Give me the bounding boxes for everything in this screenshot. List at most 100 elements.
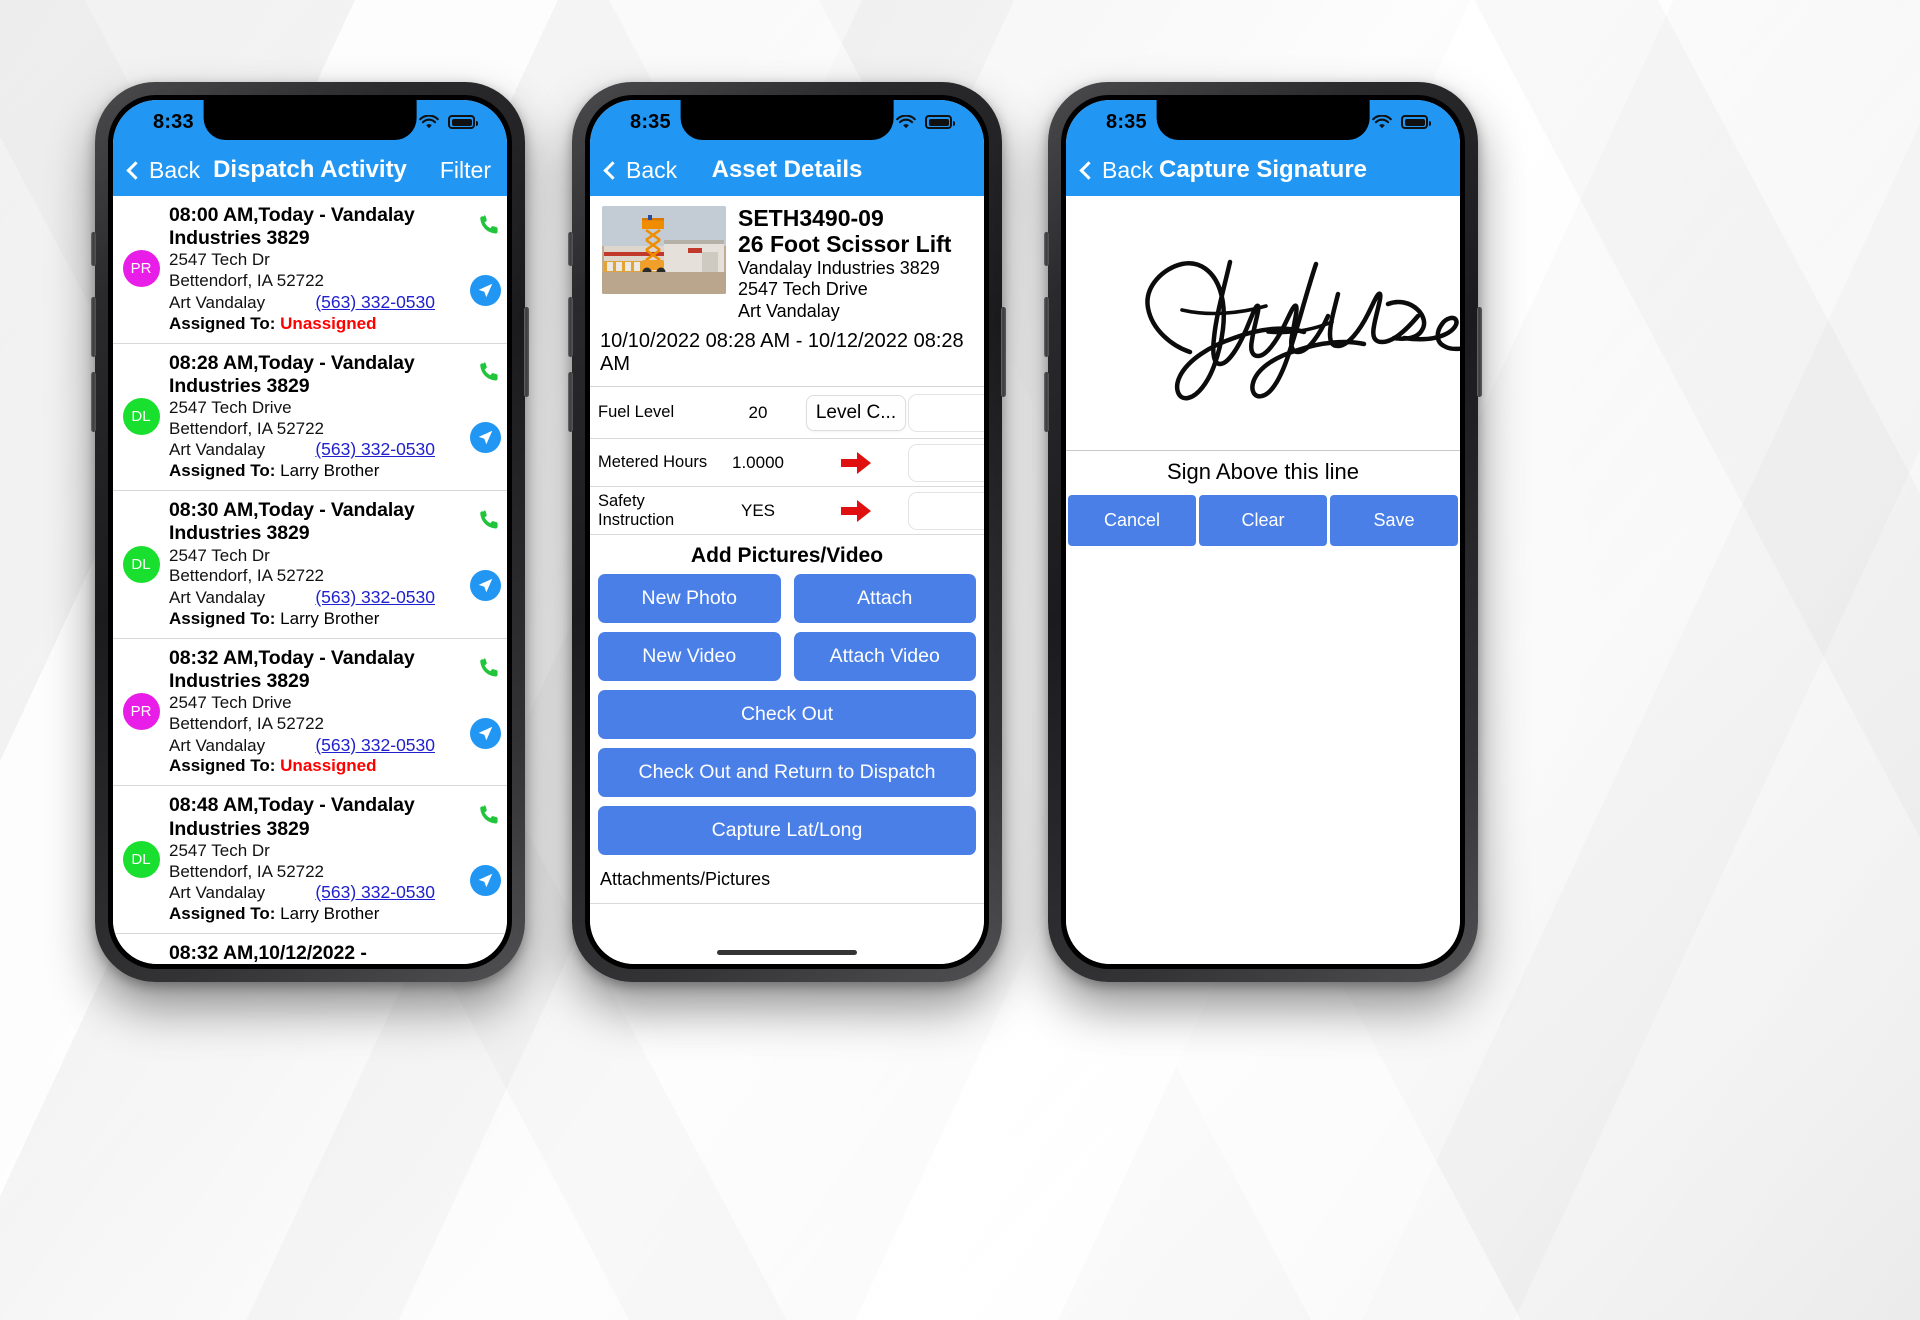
status-badge: PR bbox=[122, 693, 160, 731]
assigned-label: Assigned To: bbox=[169, 313, 276, 333]
address-line-2: Bettendorf, IA 52722 bbox=[169, 271, 325, 291]
check-out-return-dispatch-button[interactable]: Check Out and Return to Dispatch bbox=[598, 748, 976, 798]
status-time: 8:35 bbox=[1106, 110, 1147, 133]
assigned-label: Assigned To: bbox=[169, 461, 276, 481]
call-icon[interactable] bbox=[477, 507, 503, 538]
asset-details-content[interactable]: SETH3490-09 26 Foot Scissor Lift Vandala… bbox=[590, 196, 984, 964]
phone-link[interactable]: (563) 332-0530 bbox=[315, 587, 435, 608]
phone-link[interactable]: (563) 332-0530 bbox=[315, 292, 435, 313]
asset-photo[interactable] bbox=[602, 206, 726, 294]
contact-name: Art Vandalay bbox=[169, 588, 266, 608]
assigned-label: Assigned To: bbox=[169, 608, 276, 628]
assigned-row: Assigned To: Larry Brother bbox=[169, 904, 453, 924]
phone-link[interactable]: (563) 332-0530 bbox=[315, 439, 435, 460]
contact-name: Art Vandalay bbox=[169, 883, 266, 903]
assigned-row: Assigned To: Unassigned bbox=[169, 756, 453, 776]
arrow-right-icon[interactable] bbox=[839, 498, 873, 524]
chevron-left-icon bbox=[1079, 160, 1098, 180]
phone-link[interactable]: (563) 332-0530 bbox=[315, 882, 435, 903]
field-row-safety-instruction[interactable]: Safety Instruction YES bbox=[590, 487, 984, 536]
signature-canvas[interactable] bbox=[1066, 196, 1460, 451]
address-line-2: Bettendorf, IA 52722 bbox=[169, 713, 325, 733]
new-video-button[interactable]: New Video bbox=[598, 632, 781, 682]
field-row-metered-hours[interactable]: Metered Hours 1.0000 bbox=[590, 439, 984, 488]
assigned-value: Larry Brother bbox=[280, 461, 380, 481]
new-photo-button[interactable]: New Photo bbox=[598, 574, 781, 624]
status-time: 8:33 bbox=[153, 110, 194, 133]
table-row[interactable]: PR 08:32 AM,Today - Vandalay Industries … bbox=[113, 639, 507, 787]
address-line-1: 2547 Tech Dr bbox=[169, 840, 270, 860]
navigate-icon[interactable] bbox=[470, 422, 501, 454]
save-button[interactable]: Save bbox=[1330, 495, 1458, 546]
back-button[interactable]: Back bbox=[126, 157, 200, 184]
wifi-icon bbox=[1372, 114, 1392, 128]
phone-asset-details: 8:35 Back Asset Details SETH3490-09 26 F… bbox=[568, 82, 1006, 982]
arrow-right-icon[interactable] bbox=[839, 450, 873, 476]
status-badge: PR bbox=[122, 250, 160, 288]
table-row[interactable]: DL 08:30 AM,Today - Vandalay Industries … bbox=[113, 491, 507, 639]
level-check-button[interactable]: Level C... bbox=[806, 394, 906, 431]
status-badge: DL bbox=[122, 840, 160, 878]
contact-name: Art Vandalay bbox=[169, 440, 266, 460]
clear-button[interactable]: Clear bbox=[1199, 495, 1327, 546]
capture-lat-long-button[interactable]: Capture Lat/Long bbox=[598, 806, 976, 856]
wifi-icon bbox=[896, 114, 916, 128]
fuel-level-input[interactable] bbox=[908, 393, 984, 432]
metered-hours-input[interactable] bbox=[908, 443, 984, 482]
navigate-icon[interactable] bbox=[470, 717, 501, 749]
contact-name: Art Vandalay bbox=[169, 292, 266, 312]
table-row[interactable]: PR 08:00 AM,Today - Vandalay Industries … bbox=[113, 196, 507, 344]
call-icon[interactable] bbox=[477, 359, 503, 390]
check-out-button[interactable]: Check Out bbox=[598, 690, 976, 740]
phone-link[interactable]: (563) 332-0530 bbox=[315, 735, 435, 756]
phone-dispatch-activity: 8:33 Back Dispatch Activity Filter PR 08… bbox=[91, 82, 529, 982]
call-icon[interactable] bbox=[477, 212, 503, 243]
back-button[interactable]: Back bbox=[1079, 157, 1153, 184]
address-line-2: Bettendorf, IA 52722 bbox=[169, 418, 325, 438]
field-row-fuel-level[interactable]: Fuel Level 20 Level C... bbox=[590, 387, 984, 440]
home-indicator bbox=[717, 950, 857, 955]
phone-capture-signature: 8:35 Back Capture Signature Sign Above t… bbox=[1044, 82, 1482, 982]
asset-name: 26 Foot Scissor Lift bbox=[738, 230, 952, 257]
call-icon[interactable] bbox=[477, 802, 503, 833]
dispatch-list[interactable]: PR 08:00 AM,Today - Vandalay Industries … bbox=[113, 196, 507, 964]
address-line-2: Bettendorf, IA 52722 bbox=[169, 566, 325, 586]
assigned-value: Unassigned bbox=[280, 313, 377, 333]
filter-button[interactable]: Filter bbox=[440, 157, 491, 184]
notch bbox=[203, 100, 417, 140]
back-label: Back bbox=[626, 156, 678, 183]
back-button[interactable]: Back bbox=[603, 156, 678, 184]
cancel-button[interactable]: Cancel bbox=[1068, 495, 1196, 546]
table-row[interactable]: DL 08:48 AM,Today - Vandalay Industries … bbox=[113, 786, 507, 935]
media-button-grid: New Photo Attach New Video Attach Video … bbox=[590, 574, 984, 856]
attach-button[interactable]: Attach bbox=[793, 574, 976, 624]
wifi-icon bbox=[419, 114, 439, 128]
field-value: 1.0000 bbox=[732, 452, 784, 472]
chevron-left-icon bbox=[126, 160, 145, 180]
call-icon[interactable] bbox=[477, 655, 503, 686]
assigned-row: Assigned To: Larry Brother bbox=[169, 461, 453, 481]
asset-date-range: 10/10/2022 08:28 AM - 10/12/2022 08:28 A… bbox=[590, 322, 984, 388]
status-time: 8:35 bbox=[630, 110, 671, 133]
signature-content[interactable]: Sign Above this line Cancel Clear Save bbox=[1066, 196, 1460, 964]
navigate-icon[interactable] bbox=[470, 865, 501, 897]
navigate-icon[interactable] bbox=[470, 274, 501, 306]
dispatch-title: 08:48 AM,Today - Vandalay Industries 382… bbox=[169, 794, 415, 840]
status-badge: DL bbox=[122, 397, 160, 435]
attachments-label: Attachments/Pictures bbox=[590, 855, 984, 905]
assigned-value: Larry Brother bbox=[280, 904, 380, 924]
attach-video-button[interactable]: Attach Video bbox=[793, 632, 976, 682]
address-line-1: 2547 Tech Dr bbox=[169, 545, 270, 565]
navigate-icon[interactable] bbox=[470, 570, 501, 602]
status-badge: DL bbox=[122, 545, 160, 583]
chevron-left-icon bbox=[603, 160, 622, 180]
table-row[interactable]: DL 08:28 AM,Today - Vandalay Industries … bbox=[113, 344, 507, 492]
safety-instruction-input[interactable] bbox=[908, 491, 984, 530]
field-label: Safety Instruction bbox=[598, 491, 675, 529]
nav-bar-dispatch: Back Dispatch Activity Filter bbox=[113, 144, 507, 196]
assigned-label: Assigned To: bbox=[169, 904, 276, 924]
table-row[interactable]: PU 08:32 AM,10/12/2022 - Vandalay Indust… bbox=[113, 934, 507, 964]
dispatch-title: 08:32 AM,10/12/2022 - Vandalay Industrie… bbox=[169, 942, 367, 964]
dispatch-title: 08:28 AM,Today - Vandalay Industries 382… bbox=[169, 351, 415, 397]
dispatch-title: 08:00 AM,Today - Vandalay Industries 382… bbox=[169, 204, 415, 250]
